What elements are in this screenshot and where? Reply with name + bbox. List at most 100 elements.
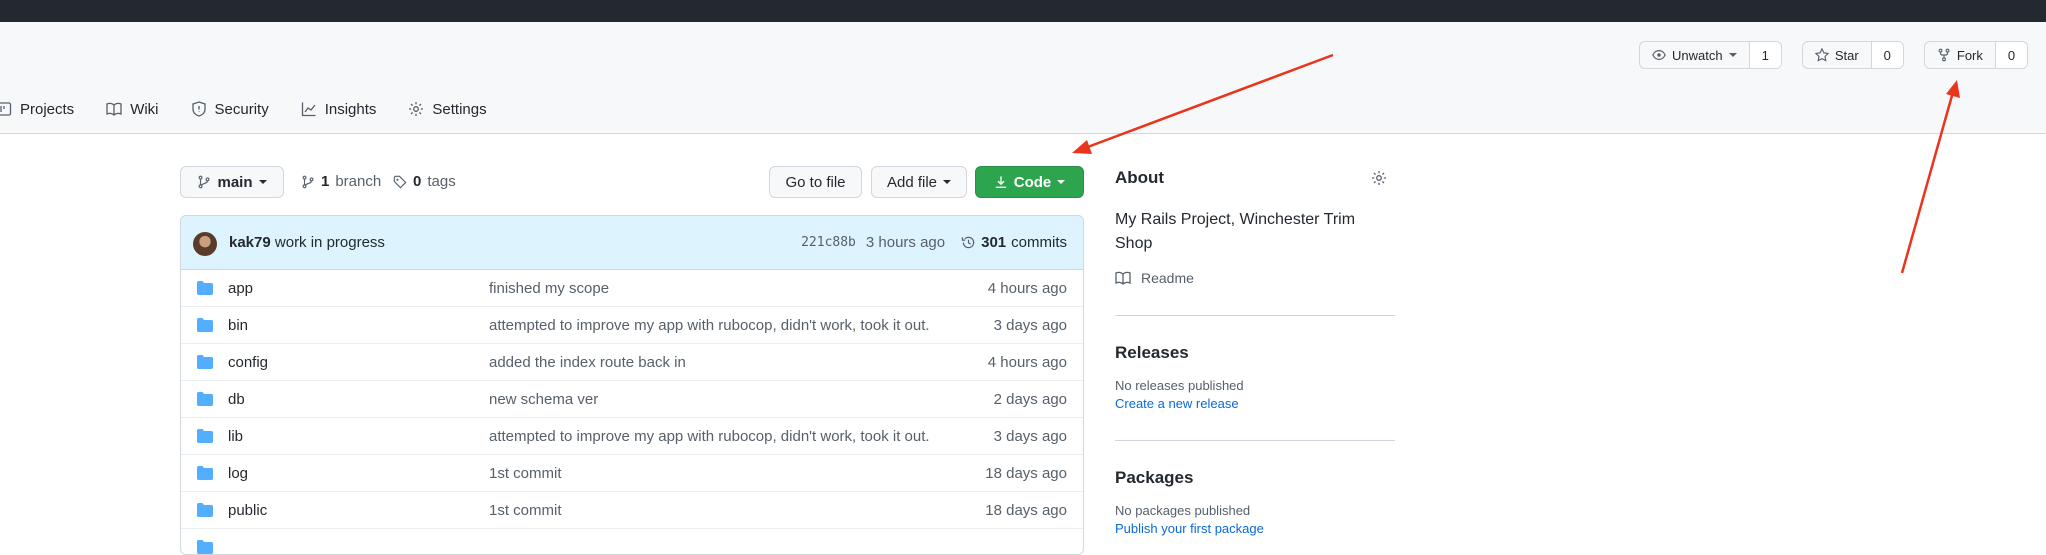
avatar[interactable] — [193, 232, 217, 256]
file-row[interactable]: log 1st commit 18 days ago — [181, 455, 1083, 492]
gear-icon — [409, 102, 424, 116]
book-icon — [1115, 271, 1131, 285]
file-name[interactable]: db — [228, 391, 245, 408]
nav-label-insights: Insights — [324, 100, 377, 118]
file-row[interactable]: public 1st commit 18 days ago — [181, 492, 1083, 529]
caret-down-icon — [1728, 53, 1737, 57]
repo-header: Unwatch 1 Star 0 Fork 0 Projects Wiki Se… — [0, 22, 2046, 134]
book-icon — [106, 102, 122, 116]
packages-empty-text: No packages published — [1115, 503, 1251, 518]
repo-description: My Rails Project, Winchester Trim Shop — [1115, 211, 1356, 252]
watch-label: Unwatch — [1672, 47, 1723, 63]
folder-icon — [197, 429, 213, 443]
nav-item-wiki[interactable]: Wiki — [106, 100, 159, 118]
fork-button[interactable]: Fork — [1925, 42, 1995, 68]
file-name[interactable]: bin — [228, 317, 248, 334]
tag-count: 0 — [413, 173, 422, 190]
nav-item-security[interactable]: Security — [191, 101, 269, 118]
fork-icon — [1938, 48, 1950, 62]
commit-sha[interactable]: 221c88b — [801, 235, 856, 250]
add-file-button[interactable]: Add file — [871, 166, 967, 198]
go-to-file-label: Go to file — [785, 173, 846, 191]
go-to-file-button[interactable]: Go to file — [769, 166, 862, 198]
commit-message[interactable]: work in progress — [275, 234, 385, 251]
file-row[interactable]: lib attempted to improve my app with rub… — [181, 418, 1083, 455]
file-row[interactable]: config added the index route back in 4 h… — [181, 344, 1083, 381]
commit-count-word: commits — [1011, 234, 1067, 251]
file-age: 3 days ago — [993, 317, 1067, 334]
branch-icon — [302, 175, 314, 188]
shield-icon — [191, 101, 206, 117]
watch-button[interactable]: Unwatch — [1640, 42, 1749, 68]
publish-package-link[interactable]: Publish your first package — [1115, 521, 1395, 536]
file-commit-message[interactable]: new schema ver — [489, 391, 598, 408]
file-row-partial[interactable] — [181, 529, 1083, 554]
gear-icon[interactable] — [1371, 170, 1387, 186]
commits-link[interactable]: 301 commits — [961, 234, 1067, 251]
file-age: 4 hours ago — [987, 354, 1067, 371]
file-row[interactable]: bin attempted to improve my app with rub… — [181, 307, 1083, 344]
folder-icon — [197, 392, 213, 406]
branch-count: 1 — [321, 173, 330, 190]
nav-item-settings[interactable]: Settings — [408, 101, 487, 118]
nav-item-projects[interactable]: Projects — [0, 101, 74, 118]
latest-commit-bar: kak79 work in progress 221c88b 3 hours a… — [181, 216, 1083, 270]
file-browser: kak79 work in progress 221c88b 3 hours a… — [180, 215, 1084, 555]
file-commit-message[interactable]: 1st commit — [489, 465, 562, 482]
file-commit-message[interactable]: added the index route back in — [489, 354, 686, 371]
nav-item-insights[interactable]: Insights — [301, 100, 377, 118]
star-button-group[interactable]: Star 0 — [1801, 41, 1904, 69]
file-name[interactable]: app — [228, 280, 253, 297]
commit-author[interactable]: kak79 — [229, 234, 271, 251]
file-age: 18 days ago — [985, 465, 1067, 482]
watch-button-group[interactable]: Unwatch 1 — [1639, 41, 1782, 69]
star-count[interactable]: 0 — [1870, 42, 1903, 68]
commit-count: 301 — [981, 234, 1007, 251]
nav-label-security: Security — [214, 100, 269, 118]
tags-link[interactable]: 0 tags — [393, 173, 456, 190]
download-icon — [995, 176, 1006, 188]
file-age: 18 days ago — [985, 502, 1067, 519]
divider — [1115, 315, 1395, 316]
file-row[interactable]: db new schema ver 2 days ago — [181, 381, 1083, 418]
star-icon — [1814, 48, 1829, 62]
file-name[interactable]: config — [228, 354, 268, 371]
file-commit-message[interactable]: attempted to improve my app with rubocop… — [489, 428, 930, 445]
star-button[interactable]: Star — [1803, 42, 1871, 68]
packages-section: Packages No packages published Publish y… — [1115, 468, 1395, 536]
repo-nav: Projects Wiki Security Insights Settings — [0, 95, 519, 123]
commit-time: 3 hours ago — [865, 234, 946, 251]
file-commit-message[interactable]: finished my scope — [489, 280, 609, 297]
nav-label-wiki: Wiki — [130, 100, 159, 118]
watch-count[interactable]: 1 — [1748, 42, 1781, 68]
caret-down-icon — [258, 180, 267, 184]
caret-down-icon — [1057, 180, 1066, 184]
releases-section: Releases No releases published Create a … — [1115, 343, 1395, 411]
create-release-link[interactable]: Create a new release — [1115, 396, 1395, 411]
code-button[interactable]: Code — [975, 166, 1084, 198]
folder-icon — [197, 318, 213, 332]
file-row[interactable]: app finished my scope 4 hours ago — [181, 270, 1083, 307]
folder-icon — [197, 540, 213, 554]
file-name[interactable]: lib — [228, 428, 243, 445]
fork-button-group[interactable]: Fork 0 — [1923, 41, 2029, 69]
fork-count[interactable]: 0 — [1994, 42, 2028, 68]
file-commit-message[interactable]: attempted to improve my app with rubocop… — [489, 317, 930, 334]
readme-link[interactable]: Readme — [1115, 270, 1395, 286]
file-name[interactable]: public — [228, 502, 267, 519]
packages-heading[interactable]: Packages — [1115, 468, 1395, 488]
tag-word: tags — [427, 173, 456, 190]
folder-icon — [197, 355, 213, 369]
code-label: Code — [1013, 173, 1052, 191]
releases-heading[interactable]: Releases — [1115, 343, 1395, 363]
fork-label: Fork — [1956, 47, 1983, 63]
releases-empty-text: No releases published — [1115, 378, 1244, 393]
file-commit-message[interactable]: 1st commit — [489, 502, 562, 519]
branches-link[interactable]: 1 branch — [301, 173, 381, 190]
file-name[interactable]: log — [228, 465, 248, 482]
global-header-bar — [0, 0, 2046, 22]
branch-select-button[interactable]: main — [180, 166, 284, 198]
branch-word: branch — [335, 173, 382, 190]
branch-name: main — [217, 173, 253, 191]
folder-icon — [197, 281, 213, 295]
